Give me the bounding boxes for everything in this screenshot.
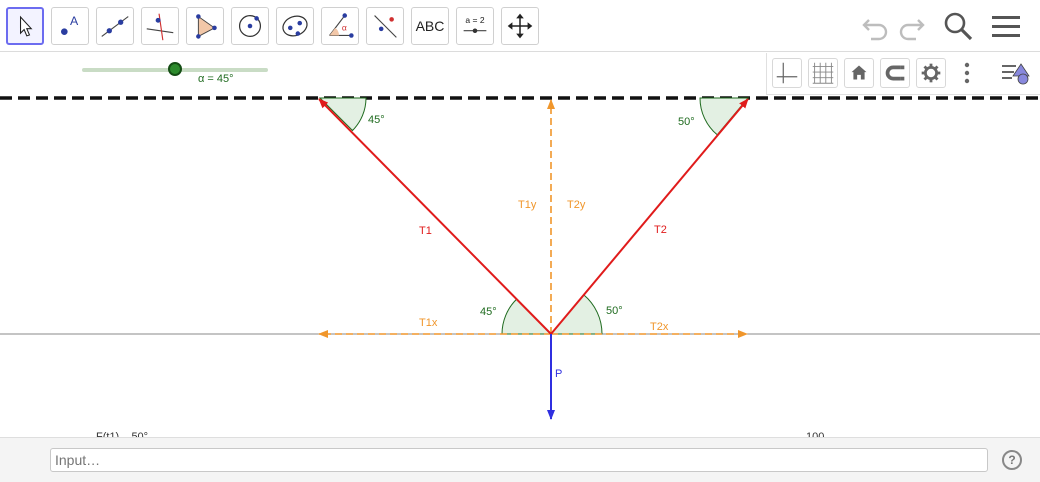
construction-figure: T1 T2 T1x T2x T1y T2y P 45° 50° 45° 50°	[0, 96, 1040, 420]
input-bar: ?	[0, 437, 1040, 482]
t1y-label: T1y	[518, 199, 537, 211]
home-button[interactable]	[844, 58, 874, 88]
polygon-icon	[196, 14, 217, 39]
t1-vector[interactable]	[318, 98, 552, 335]
toolbar: A α ABC a = 2	[0, 0, 1040, 52]
t2-vector[interactable]	[550, 98, 749, 335]
help-icon[interactable]: ?	[1002, 450, 1022, 470]
reflect-tool[interactable]	[366, 7, 404, 45]
angle-tool-label: α	[342, 23, 347, 33]
angle-t1-top-label: 45°	[368, 114, 385, 126]
move-arrows-icon	[507, 13, 533, 39]
input-field[interactable]	[50, 448, 988, 472]
angle-icon: α	[329, 13, 354, 38]
grid-button[interactable]	[808, 58, 838, 88]
point-tool-label: A	[70, 14, 79, 28]
undo-icon	[862, 19, 888, 41]
search-icon	[944, 12, 973, 41]
t1x-label: T1x	[419, 317, 438, 329]
alpha-slider[interactable]	[82, 62, 268, 76]
point-a-icon: A	[61, 14, 79, 35]
gear-icon	[921, 63, 941, 83]
reflect-line-icon	[374, 15, 397, 38]
move-graphics-view-tool[interactable]	[501, 7, 539, 45]
angle-t1-bottom-label: 45°	[480, 306, 497, 318]
menu-icon	[992, 16, 1020, 37]
alpha-slider-label: α = 45°	[198, 73, 234, 85]
axes-button[interactable]	[772, 58, 802, 88]
angle-sector-t2-top[interactable]	[699, 97, 750, 136]
angle-t2-top-label: 50°	[678, 116, 695, 128]
perpendicular-line-tool[interactable]	[141, 7, 179, 45]
text-icon: ABC	[415, 18, 445, 34]
search-button[interactable]	[940, 8, 976, 44]
axes-icon	[776, 62, 798, 84]
move-tool[interactable]	[6, 7, 44, 45]
settings-button[interactable]	[916, 58, 946, 88]
ellipse-tool[interactable]	[276, 7, 314, 45]
home-icon	[851, 65, 867, 80]
ellipse-icon	[282, 15, 308, 37]
redo-icon	[899, 19, 925, 41]
angle-tool[interactable]: α	[321, 7, 359, 45]
line-through-points-icon	[101, 16, 129, 37]
text-tool[interactable]: ABC	[411, 7, 449, 45]
redo-button[interactable]	[894, 8, 930, 44]
line-tool[interactable]	[96, 7, 134, 45]
graphics-style-bar	[766, 53, 1040, 95]
slider-knob[interactable]	[168, 62, 182, 76]
toggle-style-bar-button[interactable]	[999, 58, 1033, 88]
p-label: P	[555, 368, 562, 380]
toggle-stylebar-icon	[1002, 63, 1030, 85]
point-tool[interactable]: A	[51, 7, 89, 45]
snap-magnet-icon	[885, 65, 905, 81]
more-vert-icon	[964, 62, 970, 84]
angle-sector-t1-top[interactable]	[318, 97, 367, 132]
angle-t2-bottom-label: 50°	[606, 305, 623, 317]
t2x-label: T2x	[650, 321, 669, 333]
perpendicular-line-icon	[146, 13, 174, 41]
angle-sector-t1-bottom[interactable]	[501, 298, 553, 335]
t2y-label: T2y	[567, 199, 586, 211]
circle-center-point-tool[interactable]	[231, 7, 269, 45]
undo-button[interactable]	[857, 8, 893, 44]
grid-icon	[812, 62, 834, 84]
t1-label: T1	[419, 225, 432, 237]
circle-center-icon	[238, 14, 262, 38]
slider-tool[interactable]: a = 2	[456, 7, 494, 45]
more-options-button[interactable]	[957, 58, 977, 88]
polygon-tool[interactable]	[186, 7, 224, 45]
slider-icon: a = 2	[463, 15, 487, 34]
cursor-arrow-icon	[19, 15, 33, 37]
t2-label: T2	[654, 224, 667, 236]
slider-tool-label: a = 2	[465, 15, 484, 25]
graphics-view[interactable]: T1 T2 T1x T2x T1y T2y P 45° 50° 45° 50°	[0, 53, 1040, 437]
angle-sector-t2-bottom[interactable]	[549, 294, 603, 335]
main-menu-button[interactable]	[988, 8, 1024, 44]
snap-button[interactable]	[880, 58, 910, 88]
